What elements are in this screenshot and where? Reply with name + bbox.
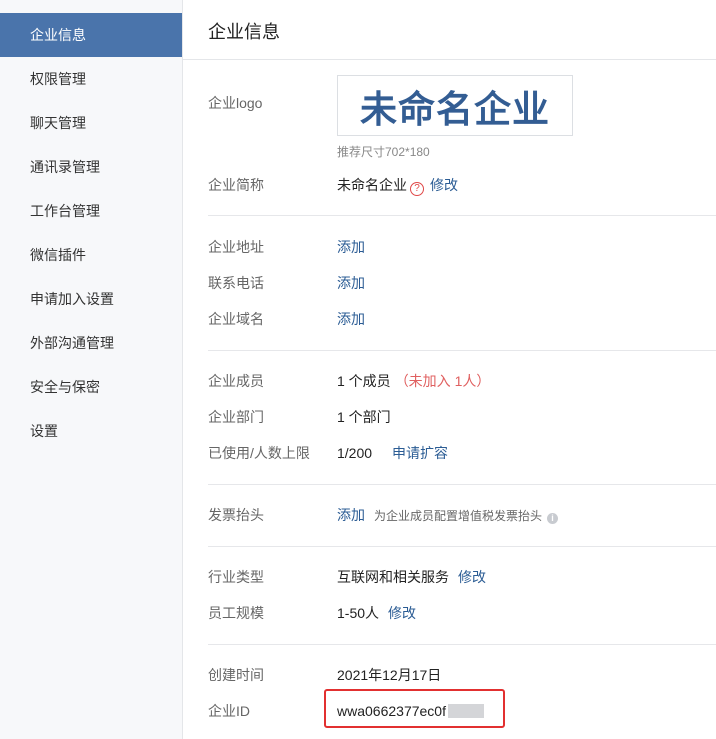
created-date: 2021年12月17日 xyxy=(337,667,442,683)
page-title: 企业信息 xyxy=(208,22,280,42)
company-logo-text: 未命名企业 xyxy=(360,87,550,131)
sidebar-item-security[interactable]: 安全与保密 xyxy=(0,365,182,409)
short-name-value-group: 未命名企业? 修改 xyxy=(337,175,458,196)
industry-value: 互联网和相关服务 xyxy=(337,569,449,585)
created-row: 创建时间 2021年12月17日 xyxy=(208,665,716,685)
phone-label: 联系电话 xyxy=(208,275,264,291)
invoice-row: 发票抬头 添加 为企业成员配置增值税发票抬头 i xyxy=(208,505,716,525)
sidebar-item-company-info[interactable]: 企业信息 xyxy=(0,13,182,57)
departments-label: 企业部门 xyxy=(208,409,264,425)
sidebar-item-permissions[interactable]: 权限管理 xyxy=(0,57,182,101)
short-name-row: 企业简称 未命名企业? 修改 xyxy=(208,175,716,196)
info-icon[interactable]: i xyxy=(547,513,559,524)
members-count: 1 个成员 xyxy=(337,373,391,389)
phone-row: 联系电话 添加 xyxy=(208,273,716,293)
invoice-hint: 为企业成员配置增值税发票抬头 xyxy=(374,509,543,523)
created-label: 创建时间 xyxy=(208,667,264,683)
corp-id-value-group: wwa0662377ec0f xyxy=(337,701,484,721)
question-icon[interactable]: ? xyxy=(410,182,424,196)
sidebar-item-workbench-management[interactable]: 工作台管理 xyxy=(0,189,182,233)
logo-size-hint: 推荐尺寸702*180 xyxy=(337,145,430,159)
members-value-group: 1 个成员 （未加入 1人） xyxy=(337,371,490,391)
scale-value-group: 1-50人 修改 xyxy=(337,603,416,623)
sidebar-item-settings[interactable]: 设置 xyxy=(0,409,182,453)
edit-short-name-link[interactable]: 修改 xyxy=(430,177,458,193)
short-name-label: 企业简称 xyxy=(208,177,264,193)
sidebar-item-chat-management[interactable]: 聊天管理 xyxy=(0,101,182,145)
section-divider xyxy=(208,215,716,216)
members-label: 企业成员 xyxy=(208,373,264,389)
invoice-label: 发票抬头 xyxy=(208,507,264,523)
scale-value: 1-50人 xyxy=(337,605,380,621)
logo-label: 企业logo xyxy=(208,95,263,111)
invoice-value-group: 添加 为企业成员配置增值税发票抬头 i xyxy=(337,505,559,526)
add-address-link[interactable]: 添加 xyxy=(337,237,365,257)
add-phone-link[interactable]: 添加 xyxy=(337,273,365,293)
members-row: 企业成员 1 个成员 （未加入 1人） xyxy=(208,371,716,391)
sidebar-item-wechat-plugin[interactable]: 微信插件 xyxy=(0,233,182,277)
corp-id-label: 企业ID xyxy=(208,703,250,719)
title-divider xyxy=(183,59,716,60)
corp-id-value[interactable]: wwa0662377ec0f xyxy=(337,703,446,719)
sidebar-item-join-settings[interactable]: 申请加入设置 xyxy=(0,277,182,321)
departments-row: 企业部门 1 个部门 xyxy=(208,407,716,427)
scale-row: 员工规模 1-50人 修改 xyxy=(208,603,716,623)
address-label: 企业地址 xyxy=(208,239,264,255)
industry-label: 行业类型 xyxy=(208,569,264,585)
main-content: 企业信息 企业logo 未命名企业 推荐尺寸702*180 企业简称 未命名企业… xyxy=(183,0,716,739)
quota-value: 1/200 xyxy=(337,445,373,461)
sidebar-item-external-communication[interactable]: 外部沟通管理 xyxy=(0,321,182,365)
edit-industry-link[interactable]: 修改 xyxy=(458,569,486,585)
scale-label: 员工规模 xyxy=(208,605,264,621)
industry-row: 行业类型 互联网和相关服务 修改 xyxy=(208,567,716,587)
address-row: 企业地址 添加 xyxy=(208,237,716,257)
quota-row: 已使用/人数上限 1/200 申请扩容 xyxy=(208,443,716,463)
apply-expansion-link[interactable]: 申请扩容 xyxy=(392,445,448,461)
quota-label: 已使用/人数上限 xyxy=(208,445,310,461)
sidebar: 企业信息 权限管理 聊天管理 通讯录管理 工作台管理 微信插件 申请加入设置 外… xyxy=(0,0,183,739)
section-divider xyxy=(208,484,716,485)
domain-label: 企业域名 xyxy=(208,311,264,327)
short-name-value: 未命名企业 xyxy=(337,177,407,193)
departments-count: 1 个部门 xyxy=(337,409,391,425)
corp-id-redaction xyxy=(447,704,484,718)
company-logo[interactable]: 未命名企业 xyxy=(337,75,573,136)
industry-value-group: 互联网和相关服务 修改 xyxy=(337,567,486,587)
domain-row: 企业域名 添加 xyxy=(208,309,716,329)
corp-id-row: 企业ID wwa0662377ec0f xyxy=(208,701,716,721)
edit-scale-link[interactable]: 修改 xyxy=(388,605,416,621)
sidebar-item-contacts-management[interactable]: 通讯录管理 xyxy=(0,145,182,189)
quota-value-group: 1/200 申请扩容 xyxy=(337,443,448,463)
add-domain-link[interactable]: 添加 xyxy=(337,309,365,329)
unjoined-members-note[interactable]: （未加入 1人） xyxy=(395,373,491,389)
section-divider xyxy=(208,644,716,645)
add-invoice-link[interactable]: 添加 xyxy=(337,507,365,523)
section-divider xyxy=(208,350,716,351)
section-divider xyxy=(208,546,716,547)
